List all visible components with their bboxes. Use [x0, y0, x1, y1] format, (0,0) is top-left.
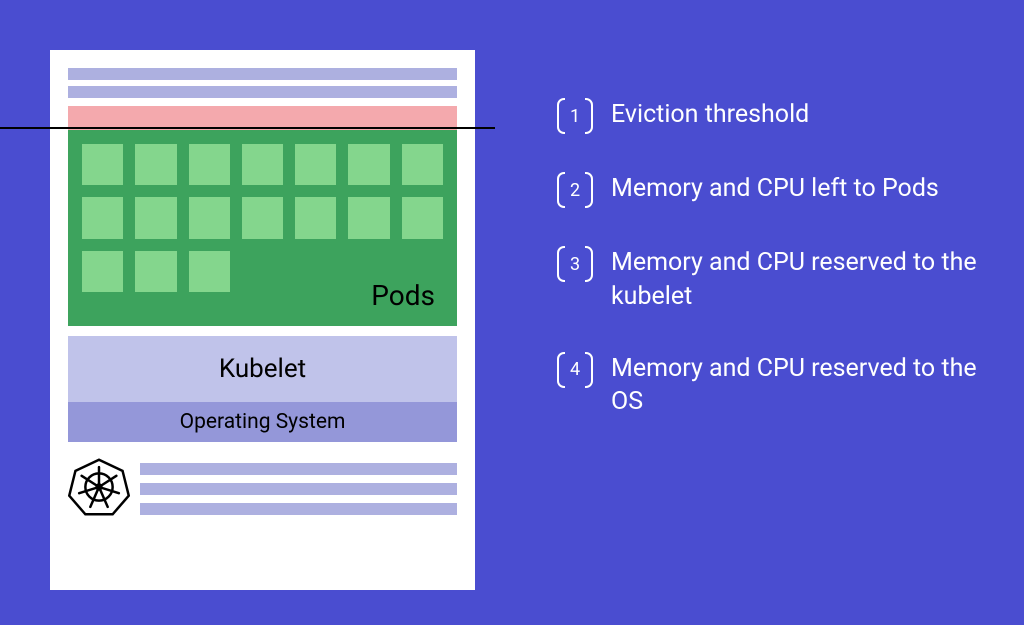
legend-text: Eviction threshold — [611, 98, 809, 132]
legend-item-4: 4 Memory and CPU reserved to the OS — [557, 352, 977, 420]
pod — [402, 197, 443, 238]
legend-number: 2 — [557, 172, 593, 208]
top-decorative-bars — [68, 68, 457, 98]
legend-number: 4 — [557, 352, 593, 388]
node-card: Pods Kubelet Operating System — [50, 50, 475, 590]
pod-grid — [82, 144, 443, 292]
legend-number: 1 — [557, 98, 593, 134]
pod — [189, 197, 230, 238]
kubelet-region: Kubelet — [68, 336, 457, 402]
pod — [295, 144, 336, 185]
os-region: Operating System — [68, 402, 457, 442]
pods-region: Pods — [68, 130, 457, 326]
legend-number: 3 — [557, 246, 593, 282]
pod — [135, 251, 176, 292]
top-bar — [68, 86, 457, 98]
pods-label: Pods — [371, 279, 435, 312]
pod — [348, 197, 389, 238]
legend-text: Memory and CPU reserved to the kubelet — [611, 246, 977, 314]
bottom-bar — [140, 463, 457, 475]
pod — [242, 144, 283, 185]
pod — [82, 197, 123, 238]
legend-text: Memory and CPU reserved to the OS — [611, 352, 977, 420]
pod — [135, 144, 176, 185]
pod — [242, 197, 283, 238]
pod — [402, 144, 443, 185]
pod — [189, 251, 230, 292]
legend: 1 Eviction threshold 2 Memory and CPU le… — [557, 98, 977, 419]
pod — [348, 144, 389, 185]
pod — [82, 144, 123, 185]
pod — [82, 251, 123, 292]
legend-item-1: 1 Eviction threshold — [557, 98, 977, 134]
pod — [189, 144, 230, 185]
pod — [135, 197, 176, 238]
card-footer — [68, 456, 457, 518]
eviction-threshold-line — [0, 127, 495, 129]
legend-item-2: 2 Memory and CPU left to Pods — [557, 172, 977, 208]
bottom-decorative-bars — [140, 459, 457, 515]
bottom-bar — [140, 483, 457, 495]
pod — [295, 197, 336, 238]
top-bar — [68, 68, 457, 80]
legend-item-3: 3 Memory and CPU reserved to the kubelet — [557, 246, 977, 314]
kubernetes-icon — [68, 456, 130, 518]
legend-text: Memory and CPU left to Pods — [611, 172, 939, 206]
bottom-bar — [140, 503, 457, 515]
